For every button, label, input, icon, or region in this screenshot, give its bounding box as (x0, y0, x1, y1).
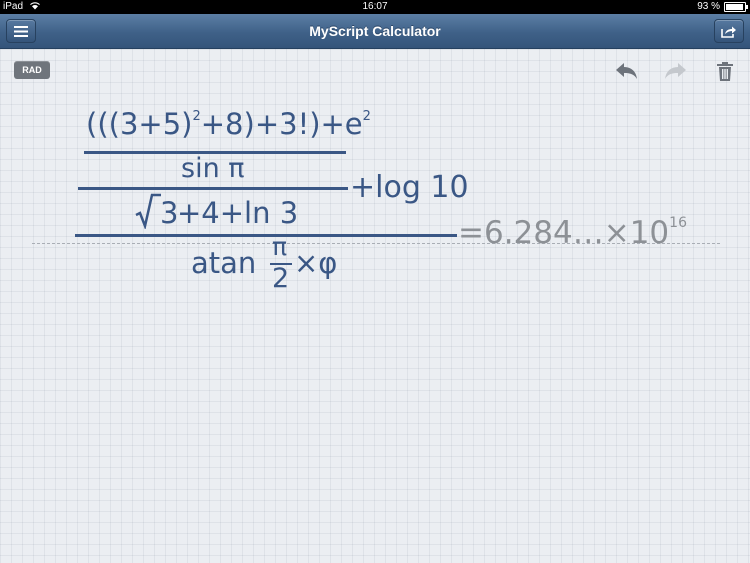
status-bar: iPad 16:07 93 % (0, 0, 750, 14)
status-battery: 93 % (697, 1, 748, 12)
expr-log: +log 10 (350, 170, 469, 205)
main-fraction-bar (75, 234, 457, 237)
app-title: MyScript Calculator (309, 23, 441, 39)
battery-icon (724, 1, 748, 12)
expr-sqrt-arg: 3 (160, 196, 179, 230)
expr-times-phi: ×φ (294, 246, 338, 280)
expr-part: (((3+5) (86, 107, 193, 141)
expr-pi-denominator: 2 (272, 263, 290, 294)
share-button[interactable] (714, 19, 744, 43)
angle-mode-button[interactable]: RAD (14, 61, 50, 79)
result-exponent: 16 (669, 215, 687, 231)
result-text: =6.284…×10 (458, 215, 670, 251)
expr-after-sqrt: +4+ln 3 (177, 196, 299, 230)
status-time: 16:07 (362, 1, 388, 12)
redo-button[interactable] (664, 62, 688, 82)
expr-exponent: 2 (192, 109, 201, 124)
expr-sin-pi: sin π (181, 153, 245, 184)
expr-atan: atan (191, 246, 257, 280)
expr-exponent: 2 (362, 109, 371, 124)
nav-bar: MyScript Calculator (0, 14, 750, 49)
expr-part: +8)+3!)+e (200, 107, 363, 141)
writing-canvas[interactable]: RAD (((3+5)2+8)+3!)+e2 sin π +log 10 3 + (0, 49, 750, 563)
share-icon (721, 26, 736, 38)
expr-top-numerator: (((3+5)2+8)+3!)+e2 (86, 107, 371, 141)
redo-icon (665, 63, 686, 79)
fraction-bar (78, 187, 348, 190)
trash-icon (717, 62, 733, 81)
undo-icon (616, 63, 637, 79)
trash-button[interactable] (716, 62, 740, 82)
result-value: =6.284…×1016 (458, 215, 687, 251)
sqrt-symbol (135, 193, 161, 229)
battery-percent: 93 % (697, 1, 720, 12)
expr-pi-numerator: π (272, 232, 288, 261)
undo-button[interactable] (614, 62, 638, 82)
